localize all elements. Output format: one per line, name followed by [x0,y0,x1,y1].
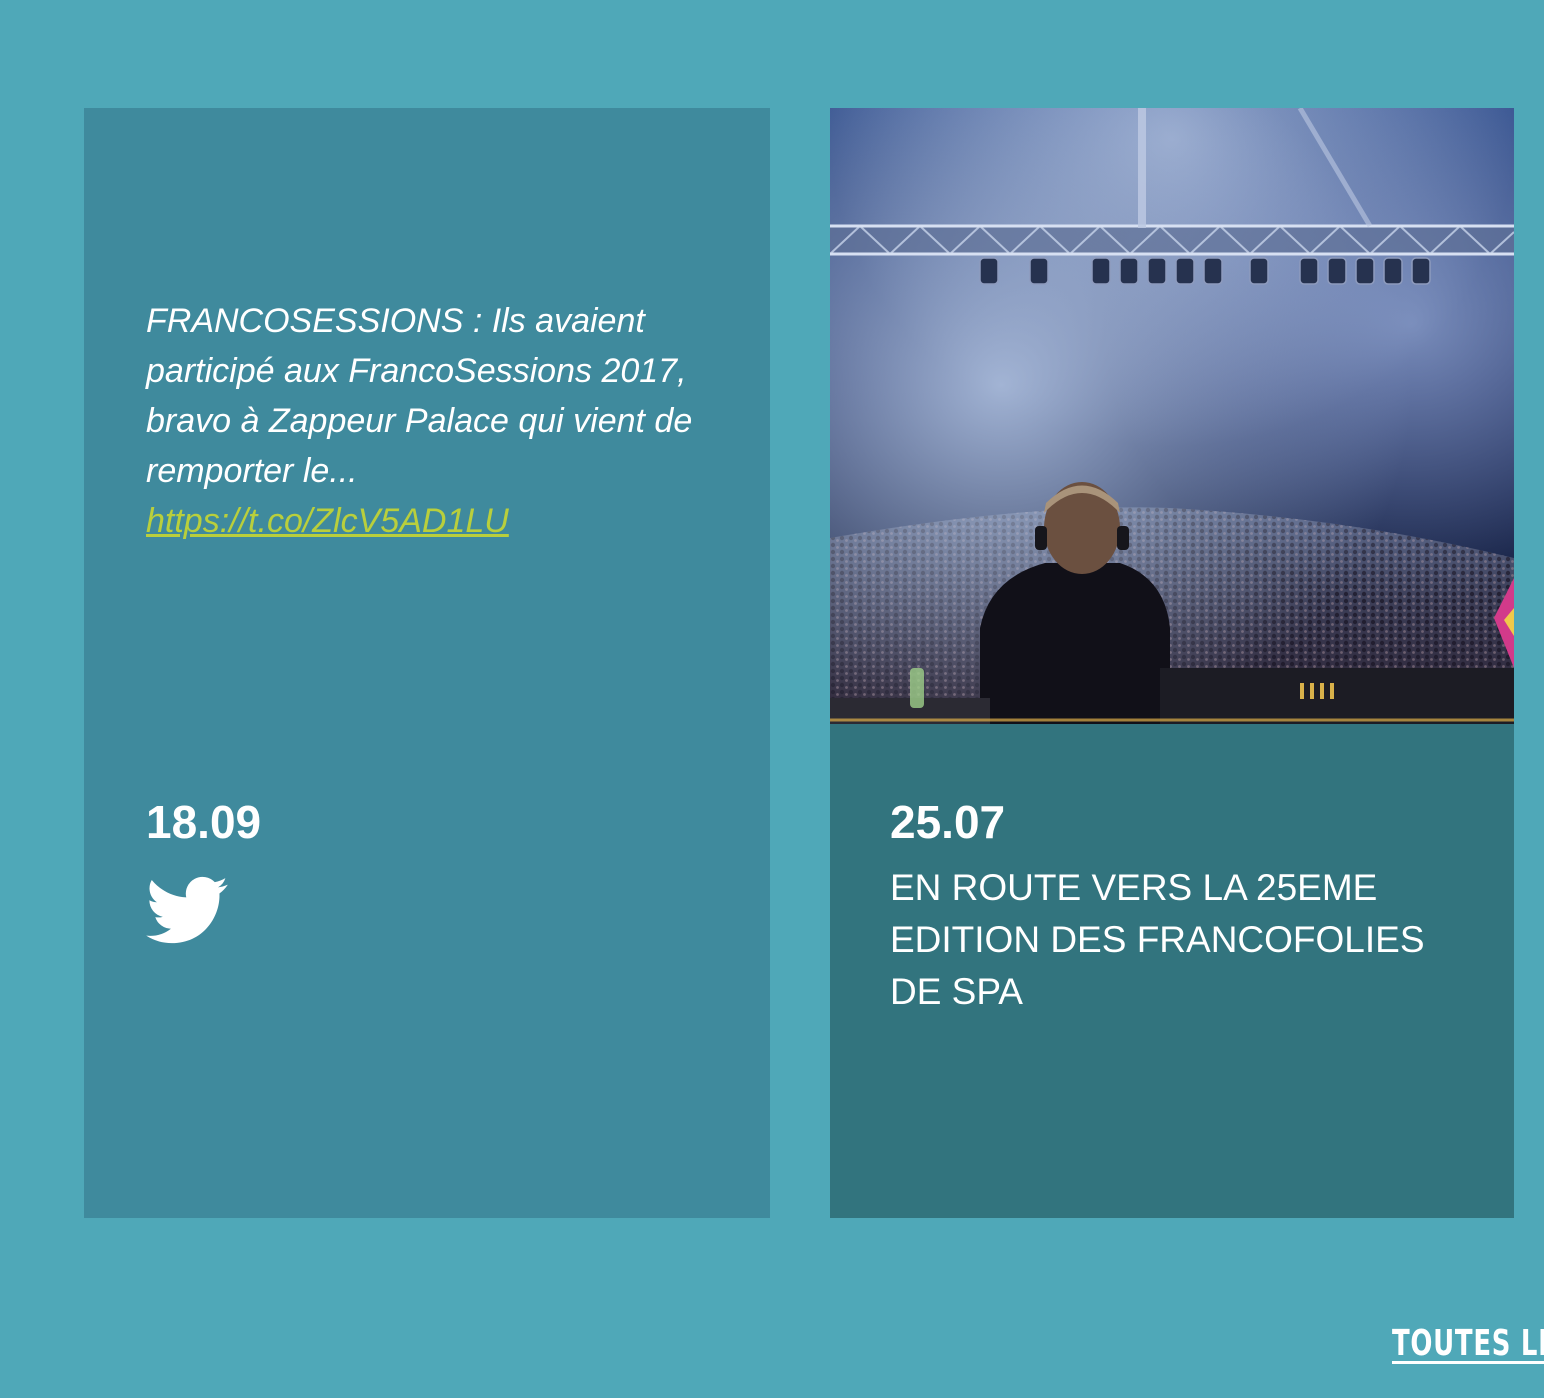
concert-photo [830,108,1514,724]
news-date: 25.07 [890,796,1006,848]
tweet-link[interactable]: https://t.co/ZlcV5AD1LU [146,502,509,540]
tweet-card[interactable]: FRANCOSESSIONS : Ils avaient participé a… [84,108,770,1218]
tweet-date: 18.09 [146,796,262,848]
tweet-body: FRANCOSESSIONS : Ils avaient participé a… [146,302,693,490]
all-news-link[interactable]: TOUTES LES [1392,1322,1544,1366]
tweet-text: FRANCOSESSIONS : Ils avaient participé a… [146,296,706,546]
news-card[interactable]: 25.07 EN ROUTE VERS LA 25EME EDITION DES… [830,108,1514,1218]
twitter-bird-icon [146,876,228,944]
news-title[interactable]: EN ROUTE VERS LA 25EME EDITION DES FRANC… [890,862,1450,1018]
